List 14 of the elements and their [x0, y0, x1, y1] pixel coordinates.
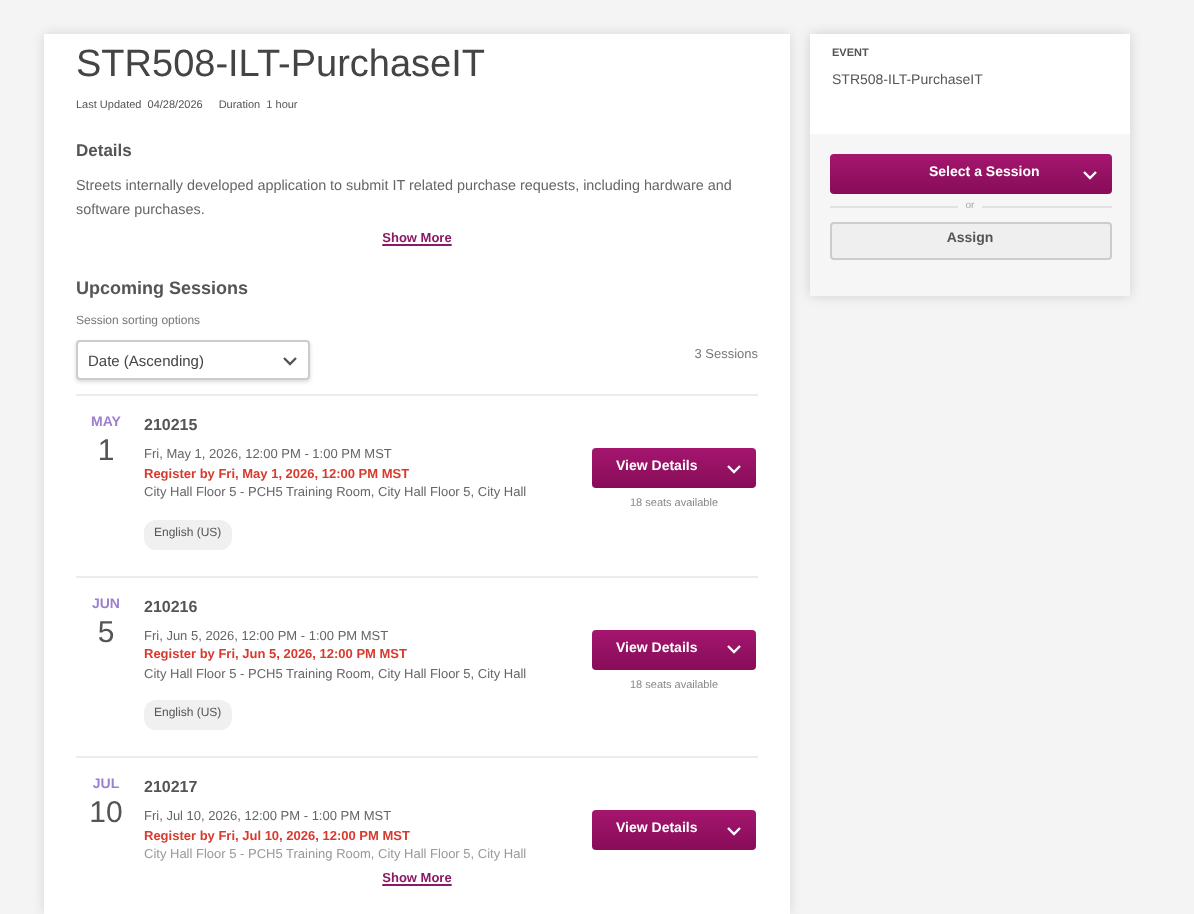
course-title: STR508-ILT-PurchaseIT [76, 42, 488, 90]
session-day: 5 [97, 615, 115, 652]
chevron-down-icon [726, 463, 742, 474]
session-day: 10 [89, 796, 123, 833]
details-heading: Details [76, 138, 134, 164]
sessions-heading: Upcoming Sessions [76, 275, 251, 302]
chevron-down-icon [726, 644, 742, 655]
chevron-down-icon [1081, 169, 1097, 179]
chevron-down-icon [726, 825, 742, 836]
session-day: 1 [97, 434, 115, 471]
session-id: 210217 [144, 776, 200, 799]
session-id: 210215 [144, 414, 200, 437]
chevron-down-icon [282, 355, 298, 366]
session-id: 210216 [144, 595, 200, 618]
